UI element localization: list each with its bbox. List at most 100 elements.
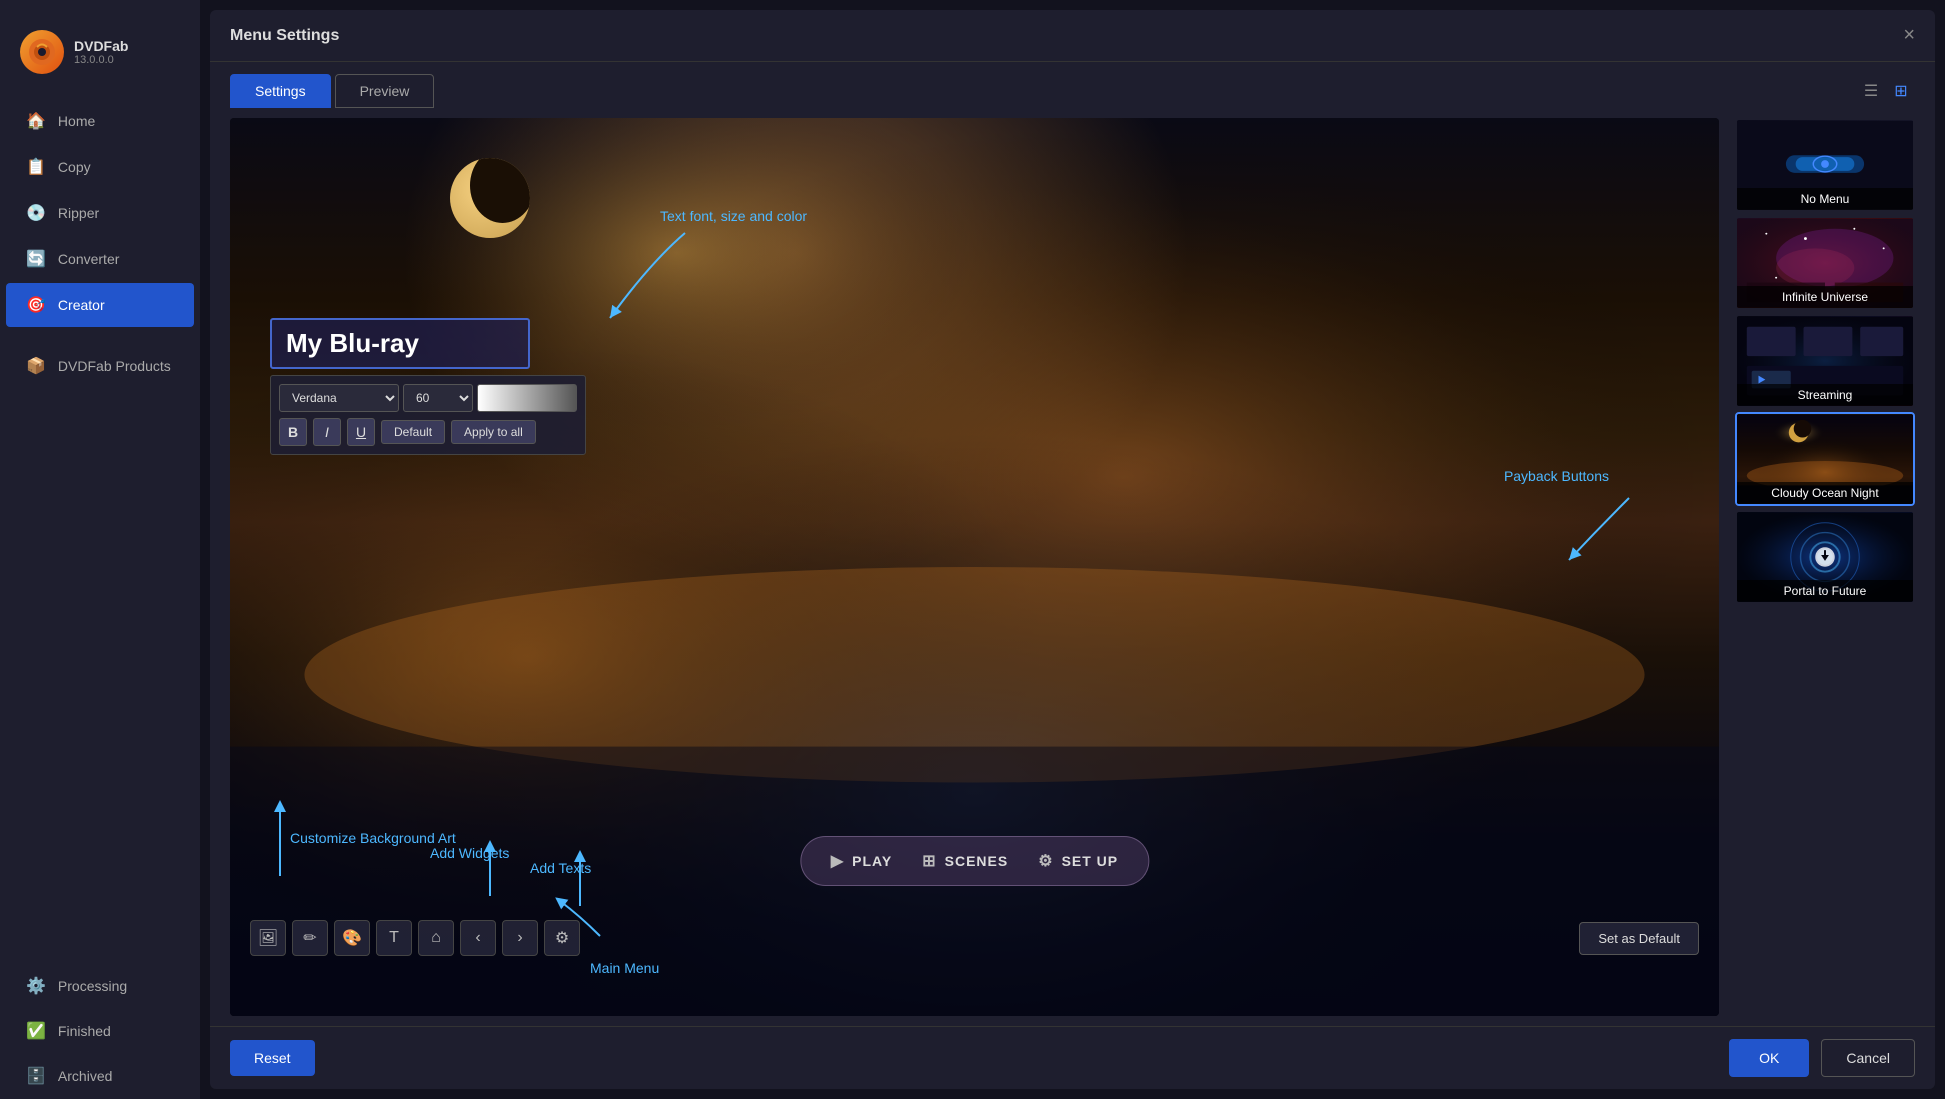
view-toggle: ☰ ⊞ [1857,77,1915,105]
list-view-button[interactable]: ☰ [1857,77,1885,105]
font-format-row: B I U Default Apply to all [279,418,577,446]
sidebar-item-label: Creator [58,297,105,313]
tab-preview[interactable]: Preview [335,74,435,108]
title-text-input[interactable] [270,318,530,369]
scenes-label: SCENES [945,853,1009,869]
text-tool-button[interactable]: T [376,920,412,956]
footer-right-buttons: OK Cancel [1729,1039,1915,1077]
underline-button[interactable]: U [347,418,375,446]
playback-controls: ▶ PLAY ⊞ SCENES ⚙ SET UP [800,836,1149,886]
app-name: DVDFab [74,38,128,54]
play-button[interactable]: ▶ PLAY [831,851,892,871]
sidebar-item-label: Home [58,113,95,129]
modal-title: Menu Settings [230,27,339,45]
set-default-button[interactable]: Set as Default [1579,922,1699,955]
color-picker[interactable] [477,384,577,412]
archived-icon: 🗄️ [26,1066,46,1086]
setup-label: SET UP [1062,853,1119,869]
processing-icon: ⚙️ [26,976,46,996]
sidebar-item-finished[interactable]: ✅ Finished [6,1009,194,1053]
sidebar-item-creator[interactable]: 🎯 Creator [6,283,194,327]
annotation-customize-bg: Customize Background Art [290,830,456,846]
sidebar-item-label: Processing [58,978,127,994]
sidebar-item-label: Archived [58,1068,112,1084]
sidebar-item-converter[interactable]: 🔄 Converter [6,237,194,281]
menu-settings-modal: Menu Settings × Settings Preview ☰ ⊞ [210,10,1935,1089]
sidebar-item-label: Ripper [58,205,99,221]
theme-label-infinite-universe: Infinite Universe [1737,286,1913,308]
ok-button[interactable]: OK [1729,1039,1809,1077]
font-row-selects: Verdana 60 [279,384,577,412]
sidebar-item-label: Copy [58,159,91,175]
finished-icon: ✅ [26,1021,46,1041]
tab-settings[interactable]: Settings [230,74,331,108]
next-tool-button[interactable]: › [502,920,538,956]
bold-button[interactable]: B [279,418,307,446]
home-tool-button[interactable]: ⌂ [418,920,454,956]
annotation-font: Text font, size and color [660,208,807,224]
annotation-payback: Payback Buttons [1504,468,1609,484]
setup-button[interactable]: ⚙ SET UP [1038,851,1118,871]
dvdfab-products-icon: 📦 [26,356,46,376]
theme-cloudy-ocean-night[interactable]: Cloudy Ocean Night [1735,412,1915,506]
scenes-icon: ⊞ [922,851,936,871]
theme-infinite-universe[interactable]: Infinite Universe [1735,216,1915,310]
theme-label-streaming: Streaming [1737,384,1913,406]
font-size-select[interactable]: 60 [403,384,473,412]
sidebar-item-label: Finished [58,1023,111,1039]
theme-label-cloudy-ocean-night: Cloudy Ocean Night [1737,482,1913,504]
background-tool-button[interactable]: 🖼 [250,920,286,956]
modal-header: Menu Settings × [210,10,1935,62]
modal-tabs: Settings Preview ☰ ⊞ [210,62,1935,108]
setup-icon: ⚙ [1038,851,1053,871]
sidebar-item-processing[interactable]: ⚙️ Processing [6,964,194,1008]
sidebar-item-dvdfab-products[interactable]: 📦 DVDFab Products [6,344,194,388]
sidebar: DVDFab 13.0.0.0 🏠 Home 📋 Copy 💿 Ripper 🔄… [0,0,200,1099]
sidebar-item-copy[interactable]: 📋 Copy [6,145,194,189]
cancel-button[interactable]: Cancel [1821,1039,1915,1077]
main-content: Menu Settings × Settings Preview ☰ ⊞ [200,0,1945,1099]
preview-canvas: Text font, size and color [230,118,1719,1016]
edit-tool-button[interactable]: ✏ [292,920,328,956]
annotation-add-texts: Add Texts [530,860,591,876]
theme-streaming[interactable]: Streaming [1735,314,1915,408]
modal-body: Text font, size and color [210,108,1935,1026]
play-icon: ▶ [831,851,844,871]
apply-all-button[interactable]: Apply to all [451,420,536,444]
sidebar-item-archived[interactable]: 🗄️ Archived [6,1054,194,1098]
grid-view-button[interactable]: ⊞ [1887,77,1915,105]
modal-close-button[interactable]: × [1903,24,1915,47]
reset-button[interactable]: Reset [230,1040,315,1076]
home-icon: 🏠 [26,111,46,131]
app-version: 13.0.0.0 [74,54,128,66]
sidebar-item-label: DVDFab Products [58,358,171,374]
creator-icon: 🎯 [26,295,46,315]
widget-tool-button[interactable]: 🎨 [334,920,370,956]
scenes-button[interactable]: ⊞ SCENES [922,851,1008,871]
theme-panel: No Menu [1735,118,1915,1016]
theme-label-no-menu: No Menu [1737,188,1913,210]
sidebar-item-ripper[interactable]: 💿 Ripper [6,191,194,235]
converter-icon: 🔄 [26,249,46,269]
copy-icon: 📋 [26,157,46,177]
theme-label-portal-to-future: Portal to Future [1737,580,1913,602]
sidebar-item-home[interactable]: 🏠 Home [6,99,194,143]
sidebar-item-label: Converter [58,251,119,267]
italic-button[interactable]: I [313,418,341,446]
moon-decoration [450,158,530,238]
annotation-add-widgets: Add Widgets [430,845,509,861]
play-label: PLAY [852,853,892,869]
bottom-toolbar: 🖼 ✏ 🎨 T ⌂ ‹ › ⚙ Set as Default [230,920,1719,956]
app-logo: DVDFab 13.0.0.0 [0,20,200,98]
theme-portal-to-future[interactable]: Portal to Future [1735,510,1915,604]
annotation-main-menu: Main Menu [590,960,659,976]
ripper-icon: 💿 [26,203,46,223]
font-family-select[interactable]: Verdana [279,384,399,412]
theme-no-menu[interactable]: No Menu [1735,118,1915,212]
font-controls: Verdana 60 B I U Default App [270,375,586,455]
default-button[interactable]: Default [381,420,445,444]
prev-tool-button[interactable]: ‹ [460,920,496,956]
modal-footer: Reset OK Cancel [210,1026,1935,1089]
logo-icon [20,30,64,74]
settings-tool-button[interactable]: ⚙ [544,920,580,956]
